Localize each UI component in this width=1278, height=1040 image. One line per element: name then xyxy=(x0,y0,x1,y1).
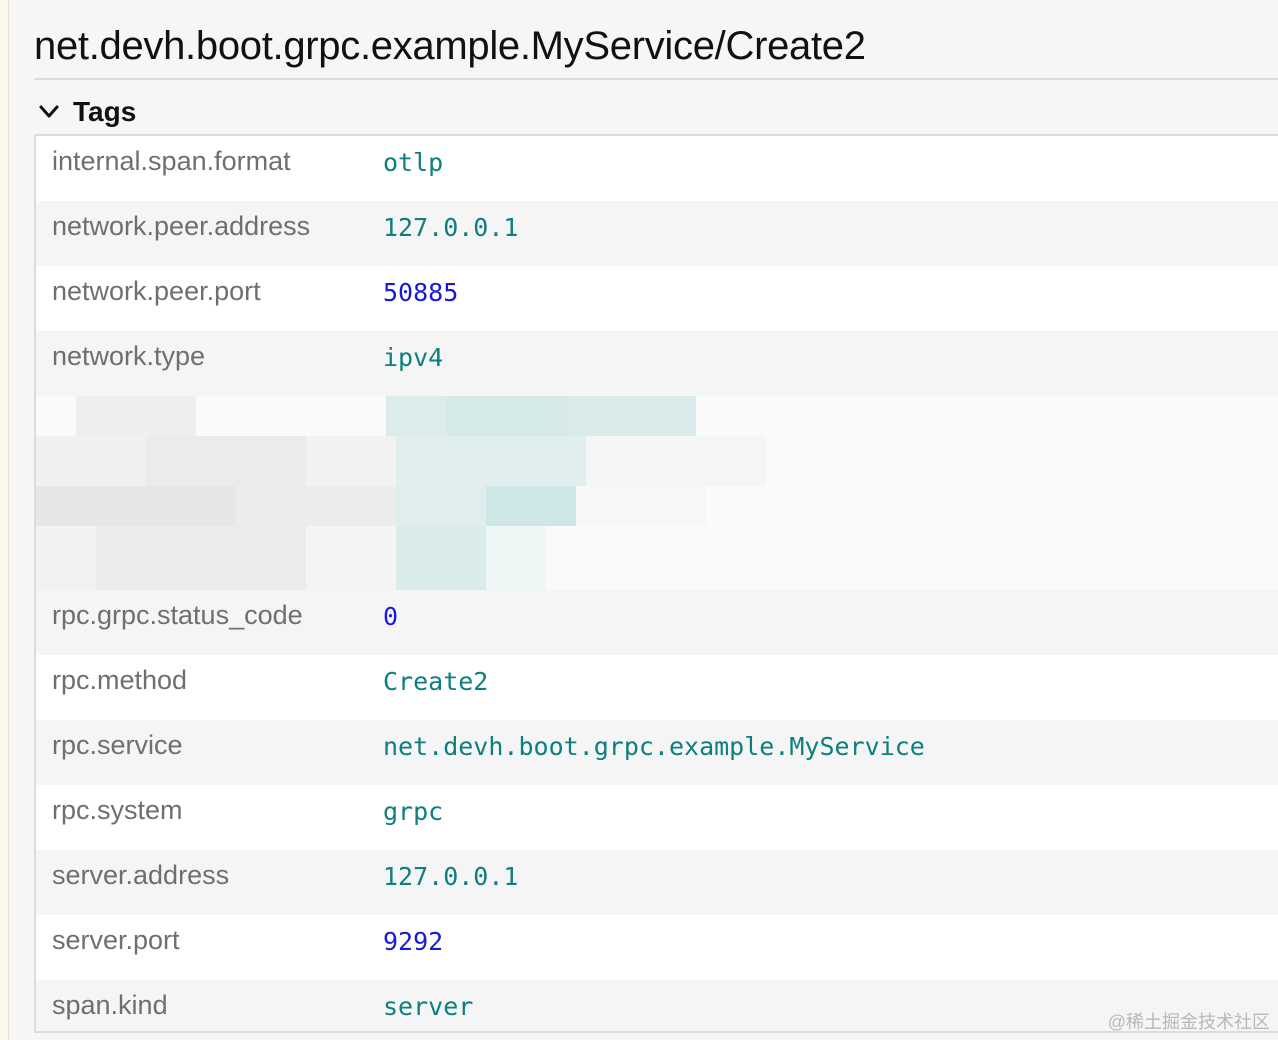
tag-row: rpc.method Create2 xyxy=(36,655,1278,720)
redaction-block xyxy=(306,436,396,486)
tag-value: 50885 xyxy=(383,278,459,307)
tag-value: otlp xyxy=(383,148,444,177)
watermark: @稀土掘金技术社区 xyxy=(1107,1012,1270,1032)
tag-key: server.port xyxy=(52,925,180,955)
tag-key: rpc.system xyxy=(52,795,183,825)
tag-key: rpc.method xyxy=(52,665,188,695)
redaction-block xyxy=(146,436,306,486)
tag-key: network.type xyxy=(52,341,206,371)
redacted-rows xyxy=(36,396,1278,590)
tags-table: internal.span.format otlp network.peer.add… xyxy=(34,134,1278,1033)
tag-row: server.address 127.0.0.1 xyxy=(36,850,1278,915)
tag-key: network.peer.port xyxy=(52,276,261,306)
tag-key: rpc.service xyxy=(52,730,183,760)
tag-key: server.address xyxy=(52,860,230,890)
tag-value: ipv4 xyxy=(383,343,444,372)
redaction-block xyxy=(36,436,146,486)
tag-row: rpc.service net.devh.boot.grpc.example.My… xyxy=(36,720,1278,785)
tag-row: network.peer.address 127.0.0.1 xyxy=(36,201,1278,266)
tag-key: span.kind xyxy=(52,990,168,1020)
redaction-block xyxy=(486,526,546,590)
tags-section-title: Tags xyxy=(73,96,137,127)
title-divider xyxy=(34,78,1278,80)
tag-row: rpc.system grpc xyxy=(36,785,1278,850)
tag-key: network.peer.address xyxy=(52,211,311,241)
span-detail-panel: net.devh.boot.grpc.example.MyService/Cre… xyxy=(8,0,1278,1040)
tag-key: rpc.grpc.status_code xyxy=(52,600,303,630)
redaction-block xyxy=(396,486,486,526)
redaction-block xyxy=(566,396,696,436)
tag-row: span.kind server xyxy=(36,980,1278,1031)
redaction-block xyxy=(396,526,486,590)
tag-row: rpc.grpc.status_code 0 xyxy=(36,590,1278,655)
tag-value: net.devh.boot.grpc.example.MyService xyxy=(383,732,925,761)
redaction-block xyxy=(486,486,576,526)
tag-row: server.port 9292 xyxy=(36,915,1278,980)
chevron-down-icon[interactable] xyxy=(39,102,59,122)
tag-value: 9292 xyxy=(383,927,444,956)
redaction-block xyxy=(76,396,196,436)
tag-value: server xyxy=(383,992,474,1021)
tag-key: internal.span.format xyxy=(52,146,291,176)
tag-value: 0 xyxy=(383,602,399,631)
span-title: net.devh.boot.grpc.example.MyService/Cre… xyxy=(34,24,866,68)
tag-value: Create2 xyxy=(383,667,489,696)
tag-value: 127.0.0.1 xyxy=(383,213,519,242)
tag-row: network.type ipv4 xyxy=(36,331,1278,396)
tags-section-toggle[interactable]: Tags xyxy=(39,92,136,132)
redaction-block xyxy=(96,526,306,590)
redaction-block xyxy=(446,396,566,436)
redaction-block xyxy=(586,436,766,486)
tag-value: 127.0.0.1 xyxy=(383,862,519,891)
tag-row: network.peer.port 50885 xyxy=(36,266,1278,331)
redaction-block xyxy=(36,526,96,590)
tag-value: grpc xyxy=(383,797,444,826)
redaction-block xyxy=(236,486,396,526)
redaction-block xyxy=(306,526,396,590)
redaction-block xyxy=(386,396,446,436)
redaction-block xyxy=(576,486,706,526)
tag-row: internal.span.format otlp xyxy=(36,136,1278,201)
redaction-block xyxy=(396,436,586,486)
redaction-block xyxy=(36,486,236,526)
